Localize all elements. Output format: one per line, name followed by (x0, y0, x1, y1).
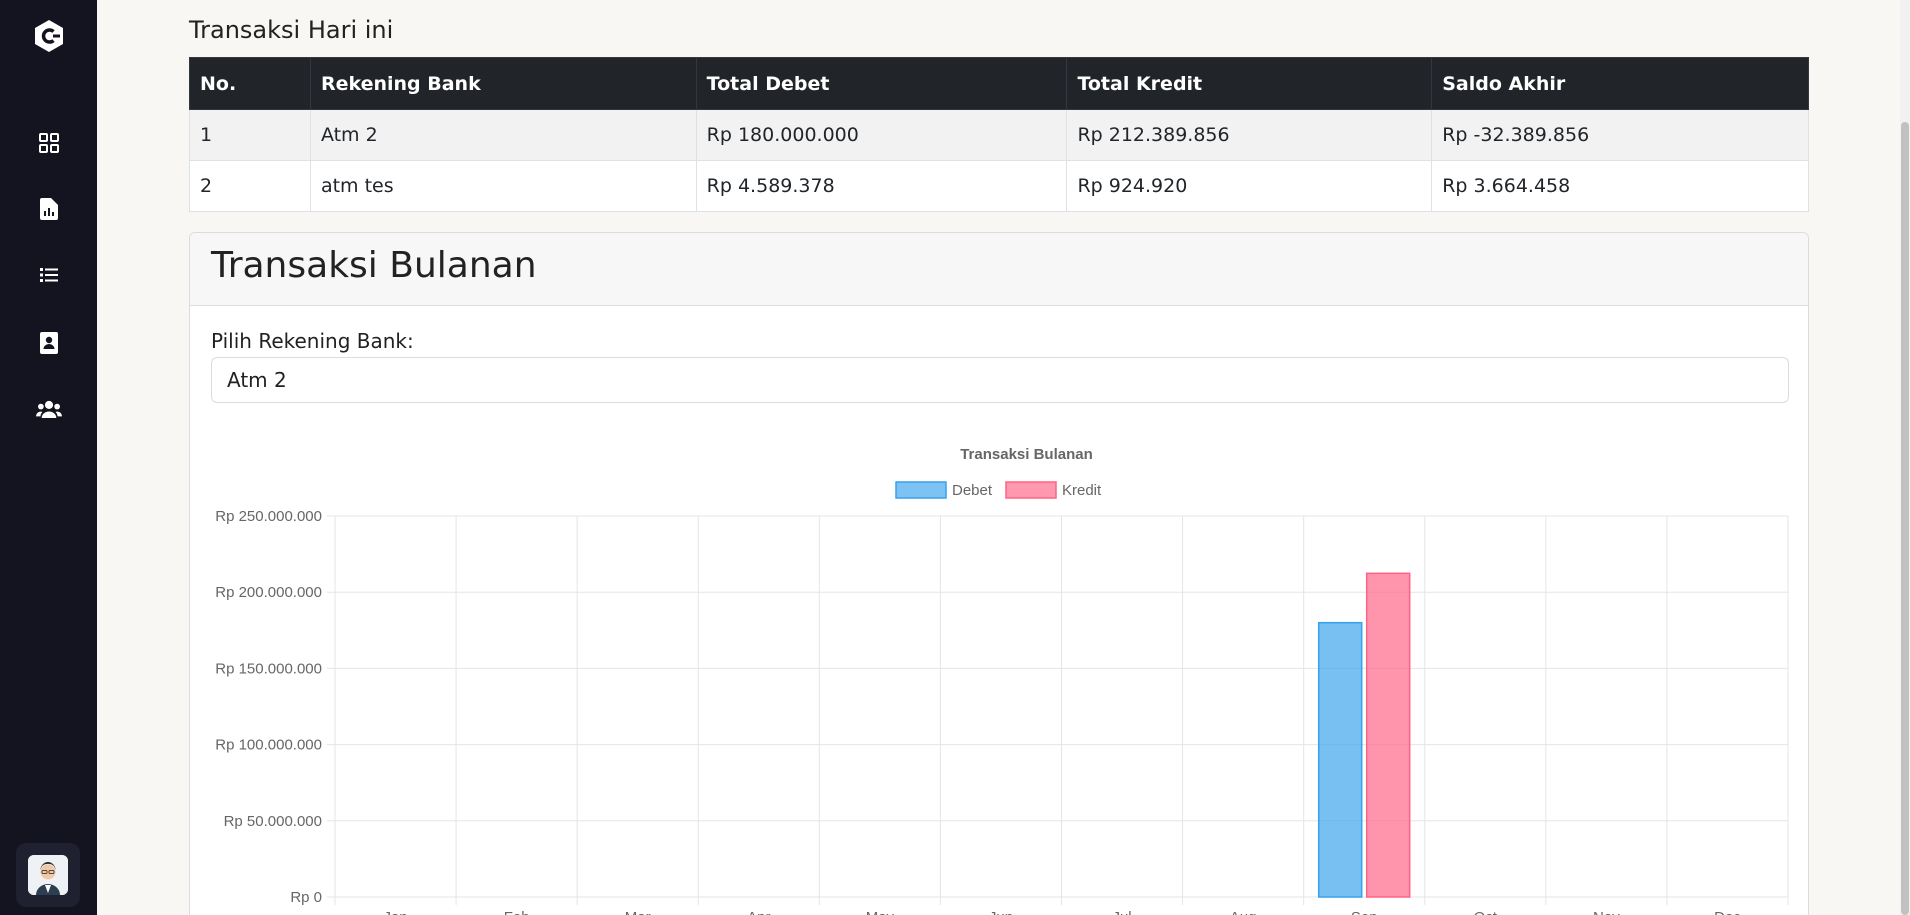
page-scrollbar[interactable] (1900, 0, 1910, 915)
x-tick-label: Feb (504, 909, 530, 915)
chart-title: Transaksi Bulanan (960, 446, 1093, 463)
x-tick-label: Apr (747, 909, 770, 915)
bar-debet-sep (1317, 621, 1363, 898)
table-row: 2 atm tes Rp 4.589.378 Rp 924.920 Rp 3.6… (189, 160, 1809, 212)
monthly-transactions-card: Transaksi Bulanan Pilih Rekening Bank: A… (189, 232, 1809, 915)
column-header-total-credit: Total Kredit (1066, 57, 1433, 110)
c-logo-icon[interactable] (34, 19, 64, 53)
x-tick-label: Jan (383, 909, 407, 915)
column-header-total-debit: Total Debet (695, 57, 1068, 110)
contact-card-icon[interactable] (36, 330, 62, 356)
x-tick-label: Aug (1230, 909, 1257, 915)
table-row: 1 Atm 2 Rp 180.000.000 Rp 212.389.856 Rp… (189, 109, 1809, 161)
table-cell: 2 (189, 160, 311, 212)
y-tick-label: Rp 100.000.000 (215, 737, 322, 754)
y-tick-label: Rp 150.000.000 (215, 660, 322, 677)
avatar (28, 855, 68, 895)
legend-label-kredit: Kredit (1062, 482, 1102, 499)
x-tick-label: Nov (1593, 909, 1620, 915)
table-cell: Rp 4.589.378 (695, 160, 1068, 212)
legend-label-debet: Debet (952, 482, 993, 499)
table-cell: Rp 3.664.458 (1431, 160, 1809, 212)
today-transactions-title: Transaksi Hari ini (189, 16, 394, 44)
dashboard-grid-icon[interactable] (36, 130, 62, 156)
legend-swatch-kredit (1005, 481, 1057, 499)
today-transactions-table: No. Rekening Bank Total Debet Total Kred… (189, 57, 1809, 212)
scrollbar-thumb[interactable] (1901, 122, 1909, 915)
report-file-icon[interactable] (36, 196, 62, 222)
table-cell: Rp 212.389.856 (1066, 109, 1433, 161)
table-cell: Rp 180.000.000 (695, 109, 1068, 161)
user-avatar-button[interactable] (16, 843, 80, 907)
table-cell: Rp 924.920 (1066, 160, 1433, 212)
x-tick-label: May (866, 909, 895, 915)
sidebar (0, 0, 97, 915)
legend-swatch-debet (895, 481, 947, 499)
y-tick-label: Rp 50.000.000 (224, 813, 322, 830)
y-tick-label: Rp 200.000.000 (215, 584, 322, 601)
monthly-transactions-chart: Transaksi Bulanan Debet Kredit Rp 0 Rp 50.00… (215, 446, 1789, 915)
y-tick-label: Rp 250.000.000 (215, 508, 322, 525)
table-cell: 1 (189, 109, 311, 161)
column-header-no: No. (189, 57, 311, 110)
users-group-icon[interactable] (36, 396, 62, 422)
x-tick-label: Oct (1474, 909, 1498, 915)
column-header-bank-account: Rekening Bank (309, 57, 697, 110)
bar-kredit-sep (1365, 572, 1411, 898)
x-tick-label: Jul (1112, 909, 1131, 915)
list-icon[interactable] (36, 262, 62, 288)
x-tick-label: Sep (1351, 909, 1378, 915)
table-header-row: No. Rekening Bank Total Debet Total Kred… (189, 57, 1809, 110)
x-tick-label: Dec (1714, 909, 1741, 915)
x-tick-label: Jun (989, 909, 1013, 915)
table-cell: Rp -32.389.856 (1431, 109, 1809, 161)
x-tick-label: Mar (625, 909, 651, 915)
table-cell: Atm 2 (309, 109, 697, 161)
table-cell: atm tes (309, 160, 697, 212)
column-header-final-balance: Saldo Akhir (1431, 57, 1809, 110)
y-tick-label: Rp 0 (290, 889, 322, 906)
